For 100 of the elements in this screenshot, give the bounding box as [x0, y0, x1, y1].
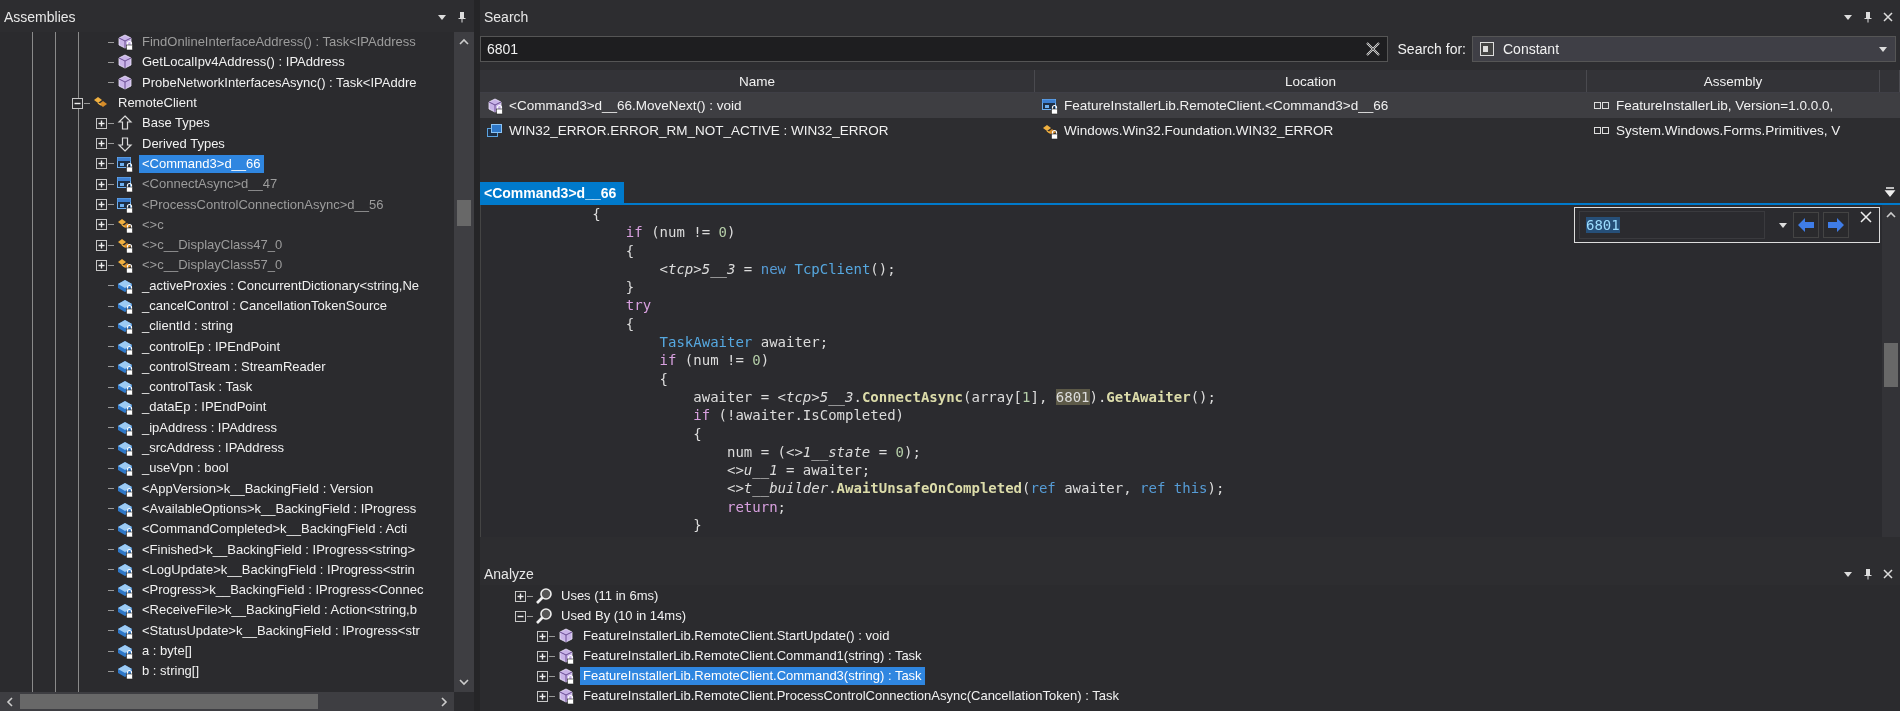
- expand-toggle[interactable]: [536, 630, 548, 642]
- tree-item[interactable]: FeatureInstallerLib.RemoteClient.StartUpdate() : void: [580, 627, 893, 645]
- code-line: <>t__builder.AwaitUnsafeOnCompleted(ref awaiter, ref this);: [726, 479, 1225, 498]
- tree-item[interactable]: <AppVersion>k__BackingField : Version: [139, 479, 377, 498]
- expand-toggle[interactable]: [95, 178, 107, 190]
- find-field[interactable]: 6801: [1579, 211, 1765, 239]
- pin-icon[interactable]: [1862, 11, 1874, 23]
- expand-toggle[interactable]: [95, 259, 107, 271]
- tree-item[interactable]: ProbeNetworkInterfacesAsync() : Task<IPAddre: [139, 73, 420, 92]
- code-line: {: [658, 369, 668, 388]
- tree-item[interactable]: RemoteClient: [115, 94, 200, 113]
- expand-toggle[interactable]: [95, 138, 107, 150]
- tree-item[interactable]: Derived Types: [139, 134, 228, 153]
- chevron-right-icon[interactable]: [438, 695, 450, 708]
- tree-item[interactable]: Base Types: [139, 114, 213, 133]
- expand-toggle[interactable]: [95, 158, 107, 170]
- close-icon[interactable]: [1859, 210, 1873, 224]
- tree-item[interactable]: Used By (10 in 14ms): [558, 607, 689, 625]
- tree-item[interactable]: b : string[]: [139, 662, 203, 681]
- expand-toggle[interactable]: [536, 670, 548, 682]
- expand-toggle[interactable]: [514, 590, 526, 602]
- tree-item[interactable]: <StatusUpdate>k__BackingField : IProgress<str: [139, 621, 423, 640]
- expand-toggle[interactable]: [95, 239, 107, 251]
- tree-item[interactable]: _activeProxies : ConcurrentDictionary<string,Ne: [139, 276, 423, 295]
- chevron-left-icon[interactable]: [4, 695, 16, 708]
- column-header[interactable]: Assembly: [1587, 70, 1880, 92]
- expand-toggle[interactable]: [71, 97, 83, 109]
- code-line: if (!awaiter.IsCompleted): [692, 406, 905, 425]
- table-cell: Windows.Win32.Foundation.WIN32_ERROR: [1064, 123, 1334, 138]
- pin-icon[interactable]: [456, 11, 468, 23]
- tree-item[interactable]: <ConnectAsync>d__47: [139, 175, 281, 194]
- tree-item[interactable]: _controlEp : IPEndPoint: [139, 337, 284, 356]
- tree-item[interactable]: _dataEp : IPEndPoint: [139, 398, 270, 417]
- scrollbar[interactable]: [454, 32, 474, 692]
- tree-item[interactable]: FeatureInstallerLib.RemoteClient.Command3(string) : Task: [580, 667, 925, 685]
- search-field[interactable]: 6801: [480, 36, 1388, 62]
- document-icon: [1478, 40, 1496, 58]
- code-line: try: [624, 296, 652, 315]
- clear-icon[interactable]: [1364, 41, 1381, 57]
- tree-item[interactable]: <AvailableOptions>k__BackingField : IProgress: [139, 499, 420, 518]
- column-header[interactable]: Location: [1035, 70, 1587, 92]
- expand-toggle[interactable]: [95, 199, 107, 210]
- search-for-label: Search for:: [1397, 41, 1466, 57]
- code-line: if (num != 0): [624, 223, 736, 242]
- scrollbar[interactable]: [1882, 205, 1900, 537]
- expand-toggle[interactable]: [95, 219, 107, 231]
- scrollbar-thumb[interactable]: [457, 200, 471, 226]
- scrollbar-thumb[interactable]: [20, 694, 318, 709]
- table-cell: <Command3>d__66.MoveNext() : void: [509, 98, 742, 113]
- tree-item[interactable]: _controlTask : Task: [139, 378, 256, 397]
- document-tab[interactable]: <Command3>d__66: [480, 182, 625, 203]
- code-line: return;: [726, 497, 786, 517]
- expand-toggle[interactable]: [536, 650, 548, 662]
- close-icon[interactable]: [1882, 11, 1894, 23]
- tree-item[interactable]: a : byte[]: [139, 642, 195, 661]
- result-row[interactable]: WIN32_ERROR.ERROR_RM_NOT_ACTIVE : WIN32_ERROR Windows.Win32.Foundation.WIN32_ERROR System.Windows.Forms.Primitives, V: [480, 118, 1900, 143]
- tree-item[interactable]: <Command3>d__66: [139, 154, 264, 173]
- tree-item[interactable]: _srcAddress : IPAddress: [139, 439, 288, 458]
- tree-item[interactable]: GetLocalIpv4Address() : IPAddress: [139, 53, 348, 72]
- search-type-dropdown[interactable]: Constant: [1472, 36, 1896, 62]
- code-line: <tcp>5__3 = new TcpClient();: [658, 259, 896, 279]
- pin-icon[interactable]: [1862, 568, 1874, 580]
- table-cell: FeatureInstallerLib, Version=1.0.0.0,: [1616, 98, 1834, 113]
- panel-title: Search: [484, 9, 529, 25]
- tree-item[interactable]: _clientId : string: [139, 317, 237, 336]
- tree-item[interactable]: _ipAddress : IPAddress: [139, 418, 280, 437]
- code-line: }: [692, 516, 702, 535]
- chevron-down-icon[interactable]: [458, 676, 470, 688]
- result-row[interactable]: <Command3>d__66.MoveNext() : void FeatureInstallerLib.RemoteClient.<Command3>d__66 FeatureInstallerLib, Version=1.0.0.0,: [480, 93, 1900, 118]
- tree-item[interactable]: FindOnlineInterfaceAddress() : Task<IPAddress: [139, 33, 419, 52]
- tree-item[interactable]: <>c: [139, 215, 167, 234]
- table-cell: System.Windows.Forms.Primitives, V: [1616, 123, 1841, 138]
- close-icon[interactable]: [1882, 568, 1894, 580]
- tree-item[interactable]: _controlStream : StreamReader: [139, 357, 329, 376]
- panel-title: Analyze: [484, 566, 534, 582]
- tree-item[interactable]: FeatureInstallerLib.RemoteClient.ProcessControlConnectionAsync(CancellationToken) : Task: [580, 687, 1122, 705]
- expand-toggle[interactable]: [95, 117, 107, 129]
- tree-item[interactable]: _cancelControl : CancellationTokenSource: [139, 297, 390, 315]
- tree-item[interactable]: <>c__DisplayClass57_0: [139, 256, 286, 275]
- column-header[interactable]: Name: [480, 70, 1035, 92]
- expand-toggle[interactable]: [514, 610, 526, 622]
- tree-item[interactable]: <Finished>k__BackingField : IProgress<string>: [139, 540, 419, 559]
- tree-item[interactable]: Uses (11 in 6ms): [558, 587, 662, 605]
- tree-item[interactable]: <ReceiveFile>k__BackingField : Action<string,b: [139, 601, 420, 620]
- scrollbar-thumb[interactable]: [1884, 343, 1898, 387]
- tab-menu-icon[interactable]: [1884, 186, 1896, 198]
- expand-toggle[interactable]: [536, 690, 548, 702]
- code-line: awaiter = <tcp>5__3.ConnectAsync(array[1], 6801).GetAwaiter();: [692, 387, 1216, 407]
- tree-item[interactable]: <LogUpdate>k__BackingField : IProgress<strin: [139, 560, 418, 579]
- panel-title: Assemblies: [4, 9, 76, 25]
- tree-item[interactable]: FeatureInstallerLib.RemoteClient.Command1(string) : Task: [580, 647, 925, 665]
- tree-item[interactable]: <>c__DisplayClass47_0: [139, 236, 286, 255]
- scrollbar[interactable]: [0, 692, 454, 711]
- tree-item[interactable]: <ProcessControlConnectionAsync>d__56: [139, 195, 387, 214]
- code-line: {: [692, 424, 702, 443]
- tree-item[interactable]: <CommandCompleted>k__BackingField : Acti: [139, 520, 411, 539]
- code-line: {: [591, 205, 601, 224]
- tree-item[interactable]: <Progress>k__BackingField : IProgress<Connec: [139, 581, 427, 600]
- tree-item[interactable]: _useVpn : bool: [139, 459, 232, 478]
- table-cell: WIN32_ERROR.ERROR_RM_NOT_ACTIVE : WIN32_ERROR: [509, 123, 889, 138]
